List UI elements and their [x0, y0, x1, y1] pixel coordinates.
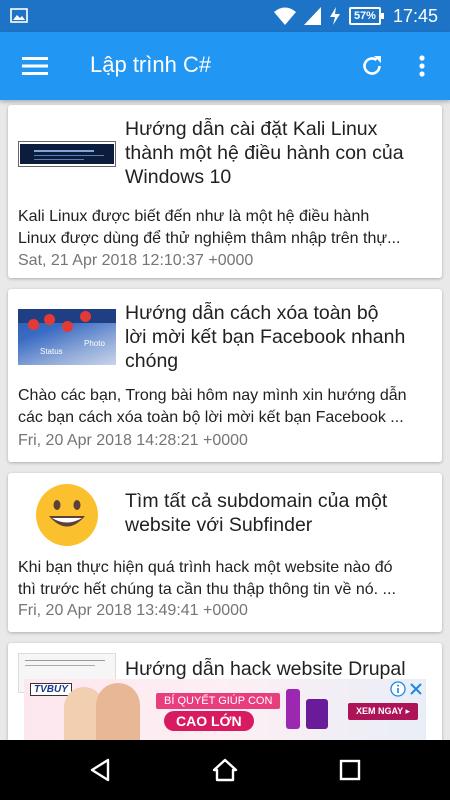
article-date: Fri, 20 Apr 2018 14:28:21 +0000 [18, 432, 248, 449]
ad-product-image [306, 699, 328, 729]
back-button[interactable] [80, 750, 120, 790]
article-summary: Chào các bạn, Trong bài hôm nay mình xin… [18, 387, 407, 426]
home-button[interactable] [205, 750, 245, 790]
article-thumbnail [18, 141, 116, 167]
hamburger-menu-icon [22, 57, 48, 75]
back-triangle-icon [90, 758, 110, 782]
smiley-emoji-icon [36, 484, 98, 546]
article-summary: Khi bạn thực hiện quá trình hack một web… [18, 559, 396, 598]
article-date: Sat, 21 Apr 2018 12:10:37 +0000 [18, 252, 254, 269]
article-card-subfinder[interactable]: Tìm tất cả subdomain của một website với… [8, 473, 442, 632]
more-options-button[interactable] [402, 46, 442, 86]
wifi-icon [273, 7, 296, 25]
ad-subheadline: CAO LỚN [164, 711, 254, 731]
ad-product-image [286, 689, 300, 729]
article-card-facebook-friend-requests[interactable]: Status Photo Hướng dẫn cách xóa toàn bộ … [8, 289, 442, 462]
refresh-button[interactable] [352, 46, 392, 86]
battery-indicator: 57% [348, 7, 384, 25]
recents-square-icon [339, 759, 361, 781]
ad-cta-button[interactable]: XEM NGAY ▸ [348, 703, 419, 720]
battery-percent: 57% [353, 10, 376, 22]
ad-headline: BÍ QUYẾT GIÚP CON [156, 693, 281, 709]
article-title: Tìm tất cả subdomain của một website với… [125, 490, 388, 536]
app-title: Lập trình C# [90, 52, 212, 77]
charging-bolt-icon [329, 7, 340, 25]
ad-close-icon[interactable] [408, 681, 424, 697]
status-bar: 57% 17:45 [0, 0, 450, 32]
ad-info-icon[interactable] [390, 681, 406, 697]
ad-mother-image [96, 683, 140, 740]
article-date: Fri, 20 Apr 2018 13:49:41 +0000 [18, 602, 248, 619]
gallery-notification-icon [10, 8, 28, 23]
more-vert-icon [419, 55, 425, 77]
ad-brand-logo: TVBUY [30, 683, 72, 696]
home-icon [212, 758, 238, 782]
article-thumbnail: Status Photo [18, 309, 116, 365]
article-title: Hướng dẫn cách xóa toàn bộ lời mời kết b… [125, 302, 406, 372]
system-navigation-bar [0, 740, 450, 800]
article-title: Hướng dẫn cài đặt Kali Linux thành một h… [125, 118, 404, 188]
app-bar: Lập trình C# [0, 32, 450, 100]
clock: 17:45 [392, 5, 438, 26]
cellular-signal-icon [303, 7, 321, 25]
article-summary: Kali Linux được biết đến như là một hệ đ… [18, 208, 401, 247]
menu-button[interactable] [14, 46, 56, 86]
article-feed[interactable]: Hướng dẫn cài đặt Kali Linux thành một h… [0, 100, 450, 740]
article-card-kali-linux[interactable]: Hướng dẫn cài đặt Kali Linux thành một h… [8, 105, 442, 278]
recent-apps-button[interactable] [330, 750, 370, 790]
article-title: Hướng dẫn hack website Drupal [125, 658, 406, 680]
article-thumbnail [18, 483, 116, 547]
ad-banner[interactable]: TVBUY BÍ QUYẾT GIÚP CON CAO LỚN XEM NGAY… [24, 679, 426, 740]
refresh-icon [363, 56, 381, 75]
